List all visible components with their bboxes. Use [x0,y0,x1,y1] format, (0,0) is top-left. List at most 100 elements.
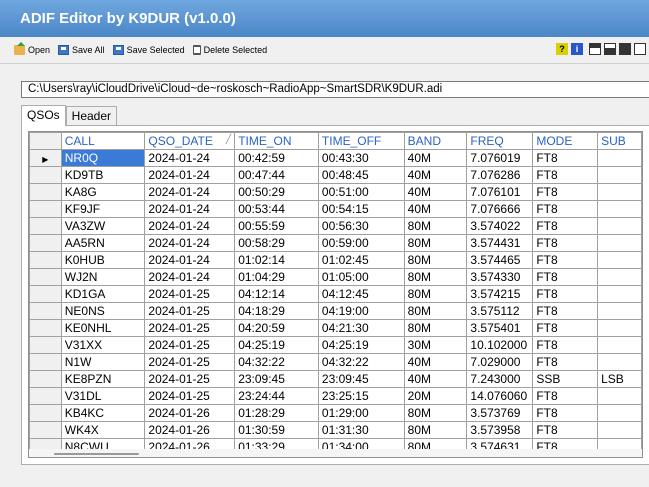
cell-mode[interactable]: FT8 [532,387,599,405]
cell-freq[interactable]: 3.574022 [466,217,534,235]
table-row[interactable]: WK4X 2024-01-26 01:30:59 01:31:30 80M 3.57395… [29,421,642,439]
table-row[interactable]: KD9TB 2024-01-24 00:47:44 00:48:45 40M 7.0762… [29,166,642,184]
cell-time-off[interactable]: 00:56:30 [317,217,405,235]
cell-mode[interactable]: FT8 [532,319,599,337]
cell-band[interactable]: 40M [403,353,468,371]
cell-qso-date[interactable]: 2024-01-26 [144,404,236,422]
cell-freq[interactable]: 3.575112 [466,302,534,320]
row-header[interactable] [29,251,62,269]
column-header-freq[interactable]: FREQ [466,132,534,150]
cell-time-off[interactable]: 01:29:00 [317,404,405,422]
cell-sub[interactable] [597,200,642,218]
cell-time-on[interactable]: 04:25:19 [234,336,319,354]
cell-band[interactable]: 40M [403,200,468,218]
cell-freq[interactable]: 3.573769 [466,404,534,422]
cell-sub[interactable] [597,166,642,184]
cell-qso-date[interactable]: 2024-01-24 [144,268,236,286]
cell-qso-date[interactable]: 2024-01-24 [144,166,236,184]
cell-call[interactable]: V31DL [60,387,146,405]
cell-call[interactable]: WJ2N [60,268,146,286]
cell-freq[interactable]: 7.076286 [466,166,534,184]
horizontal-scroll-thumb[interactable] [54,453,139,455]
cell-mode[interactable]: SSB [532,370,599,388]
cell-qso-date[interactable]: 2024-01-25 [144,353,236,371]
column-header-band[interactable]: BAND [403,132,468,150]
column-header-time-off[interactable]: TIME_OFF [317,132,405,150]
cell-time-on[interactable]: 04:12:14 [234,285,319,303]
cell-qso-date[interactable]: 2024-01-25 [144,285,236,303]
table-row[interactable]: N1W 2024-01-25 04:32:22 04:32:22 40M 7.029000… [29,353,642,371]
cell-sub[interactable] [597,217,642,235]
cell-time-off[interactable]: 04:32:22 [317,353,405,371]
cell-sub[interactable] [597,404,642,422]
table-row[interactable]: ▶ NR0Q 2024-01-24 00:42:59 00:43:30 40M 7.0760… [29,149,642,167]
table-row[interactable]: V31XX 2024-01-25 04:25:19 04:25:19 30M 10.102… [29,336,642,354]
row-header[interactable] [29,353,62,371]
cell-qso-date[interactable]: 2024-01-25 [144,387,236,405]
cell-freq[interactable]: 10.102000 [466,336,534,354]
cell-band[interactable]: 80M [403,251,468,269]
layout-top-icon[interactable] [589,43,601,55]
cell-band[interactable]: 80M [403,234,468,252]
layout-bottom-icon[interactable] [604,43,616,55]
cell-call[interactable]: KE8PZN [60,370,146,388]
cell-sub[interactable] [597,149,642,167]
table-row[interactable]: KD1GA 2024-01-25 04:12:14 04:12:45 80M 3.5742… [29,285,642,303]
cell-freq[interactable]: 7.029000 [466,353,534,371]
row-header[interactable] [29,234,62,252]
cell-time-off[interactable]: 00:51:00 [317,183,405,201]
cell-time-on[interactable]: 04:32:22 [234,353,319,371]
delete-selected-button[interactable]: Delete Selected [192,45,267,55]
row-header[interactable] [29,421,62,439]
cell-time-off[interactable]: 00:59:00 [317,234,405,252]
cell-sub[interactable] [597,319,642,337]
cell-mode[interactable]: FT8 [532,217,599,235]
row-header[interactable] [29,166,62,184]
cell-mode[interactable]: FT8 [532,251,599,269]
cell-mode[interactable]: FT8 [532,234,599,252]
cell-time-on[interactable]: 23:24:44 [234,387,319,405]
cell-time-on[interactable]: 00:47:44 [234,166,319,184]
cell-sub[interactable] [597,387,642,405]
cell-freq[interactable]: 3.573958 [466,421,534,439]
cell-time-on[interactable]: 01:30:59 [234,421,319,439]
column-header-time-on[interactable]: TIME_ON [234,132,319,150]
cell-mode[interactable]: FT8 [532,149,599,167]
cell-band[interactable]: 80M [403,217,468,235]
cell-time-off[interactable]: 00:48:45 [317,166,405,184]
row-header[interactable] [29,268,62,286]
cell-freq[interactable]: 14.076060 [466,387,534,405]
cell-call[interactable]: N1W [60,353,146,371]
cell-call[interactable]: NR0Q [60,149,146,167]
cell-mode[interactable]: FT8 [532,166,599,184]
cell-band[interactable]: 20M [403,387,468,405]
cell-mode[interactable]: FT8 [532,421,599,439]
cell-freq[interactable]: 7.076666 [466,200,534,218]
cell-band[interactable]: 80M [403,421,468,439]
cell-qso-date[interactable]: 2024-01-25 [144,319,236,337]
cell-sub[interactable] [597,421,642,439]
table-row[interactable]: AA5RN 2024-01-24 00:58:29 00:59:00 80M 3.5744… [29,234,642,252]
cell-band[interactable]: 80M [403,268,468,286]
cell-mode[interactable]: FT8 [532,200,599,218]
cell-call[interactable]: V31XX [60,336,146,354]
cell-freq[interactable]: 3.574465 [466,251,534,269]
cell-sub[interactable] [597,336,642,354]
cell-time-off[interactable]: 23:25:15 [317,387,405,405]
table-row[interactable]: KB4KC 2024-01-26 01:28:29 01:29:00 80M 3.5737… [29,404,642,422]
column-header-sub[interactable]: SUB [597,132,642,150]
cell-qso-date[interactable]: 2024-01-24 [144,200,236,218]
cell-time-off[interactable]: 00:43:30 [317,149,405,167]
cell-band[interactable]: 30M [403,336,468,354]
layout-empty-icon[interactable] [634,43,646,55]
cell-time-off[interactable]: 01:02:45 [317,251,405,269]
cell-band[interactable]: 80M [403,302,468,320]
cell-call[interactable]: KD1GA [60,285,146,303]
cell-time-off[interactable]: 01:05:00 [317,268,405,286]
cell-mode[interactable]: FT8 [532,302,599,320]
cell-sub[interactable] [597,353,642,371]
row-header[interactable]: ▶ [29,149,62,167]
cell-qso-date[interactable]: 2024-01-24 [144,217,236,235]
cell-call[interactable]: AA5RN [60,234,146,252]
table-row[interactable]: K0HUB 2024-01-24 01:02:14 01:02:45 80M 3.5744… [29,251,642,269]
